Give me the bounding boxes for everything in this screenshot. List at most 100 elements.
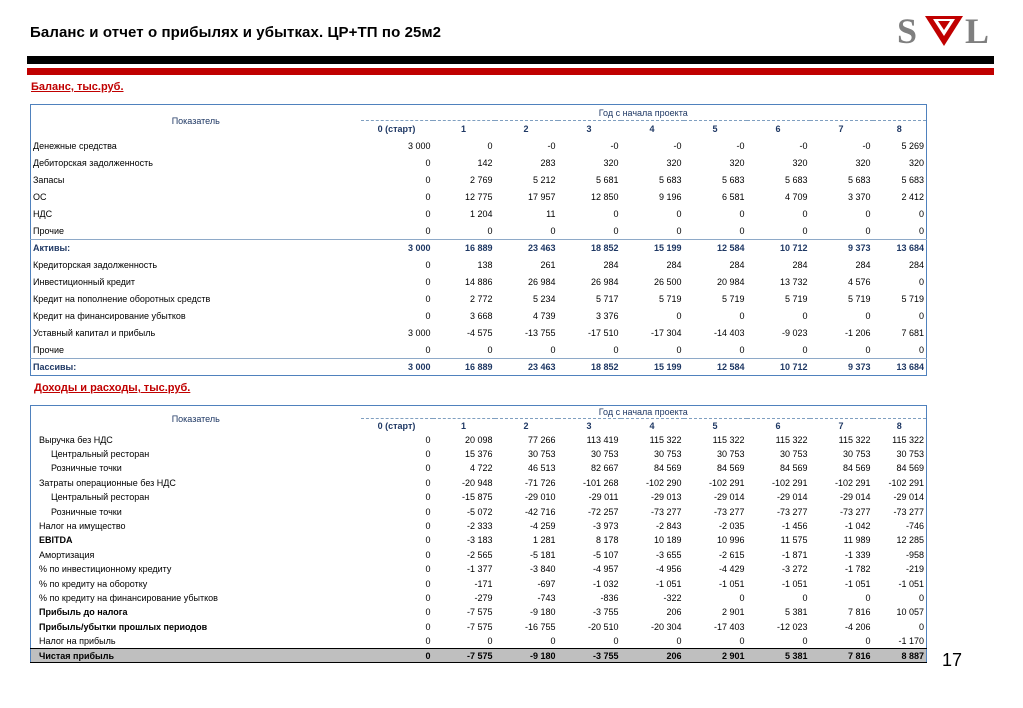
balance-col-header: 3 [557,120,621,138]
row-value: 0 [487,344,493,355]
row-value: 84 569 [779,463,808,474]
row-value: -3 655 [655,549,682,560]
row-value: -836 [600,592,619,603]
row-value: 142 [477,158,493,168]
row-value: -73 277 [776,506,808,517]
row-value: 3 000 [407,328,431,338]
row-value: 0 [918,277,924,287]
page-number: 17 [942,650,963,670]
pnl-col-header: 3 [557,418,621,433]
row-value: -29 014 [893,492,924,503]
row-label: Прочие [33,344,65,355]
row-value: 6 581 [721,192,745,202]
row-value: 84 569 [842,463,871,474]
row-value: 5 719 [901,294,924,304]
row-value: 320 [603,158,619,168]
row-value: 15 199 [620,239,684,257]
row-value: 0 [918,592,924,603]
row-value: 30 753 [590,449,619,460]
row-value: 16 889 [432,358,495,376]
row-value: 8 178 [595,535,619,546]
row-value: -1 170 [898,635,924,646]
row-value: -4 956 [655,564,682,575]
row-value: 0 [425,492,431,503]
row-value: -1 051 [781,578,808,589]
row-value: 0 [802,592,808,603]
pnl-col-header: 5 [683,418,747,433]
row-value: 283 [540,158,556,168]
table-row: Прочие 0 0 0 0 0 0 0 0 0 [31,342,927,359]
row-value: 84 569 [716,463,745,474]
row-value: 320 [729,158,745,168]
row-value: 0 [487,225,493,236]
row-value: -2 843 [655,521,682,532]
row-value: 5 212 [532,175,556,185]
table-row: Дебиторская задолженность 0 142 283 320 320 32… [31,155,927,172]
row-value: -219 [905,564,924,575]
row-label: Дебиторская задолженность [33,158,153,168]
svl-logo: S L [897,11,989,50]
row-value: 0 [739,635,745,646]
row-value: 0 [739,311,745,321]
row-value: -697 [537,578,556,589]
row-value: 82 667 [590,463,619,474]
row-value: -0 [862,141,871,151]
row-value: 0 [918,209,924,219]
row-label: % по инвестиционному кредиту [39,564,172,575]
row-value: 4 576 [847,277,871,287]
row-label: Денежные средства [33,141,117,151]
row-value: -73 277 [650,506,682,517]
balance-col-header: 0 (старт) [360,120,433,138]
row-value: 3 376 [595,311,619,321]
row-value: 2 901 [721,607,745,618]
row-value: 9 196 [658,192,682,202]
row-value: 5 234 [532,294,556,304]
row-value: 0 [676,225,682,236]
row-value: 5 381 [746,647,810,664]
row-value: -20 304 [650,621,682,632]
row-value: -4 206 [844,621,871,632]
row-value: 5 683 [784,175,808,185]
row-value: 2 412 [901,192,924,202]
row-value: -1 206 [844,328,871,338]
table-row: Затраты операционные без НДС 0 -20 948 -71 … [31,476,927,490]
table-row: % по инвестиционному кредиту 0 -1 377 -3 84… [31,562,927,576]
row-value: 13 732 [779,277,808,287]
row-value: 0 [550,344,556,355]
row-value: -4 575 [466,328,493,338]
row-value: -17 510 [587,328,619,338]
logo-letter-s: S [897,11,917,50]
row-value: -16 755 [524,621,556,632]
row-label: Активы: [30,239,361,257]
row-value: 206 [620,647,684,664]
row-value: 0 [425,463,431,474]
row-value: -0 [799,141,808,151]
row-value: 2 772 [469,294,493,304]
row-value: 18 852 [557,239,621,257]
row-value: 8 887 [872,647,927,664]
row-value: 261 [540,260,556,270]
row-value: -42 716 [524,506,556,517]
row-value: 5 717 [595,294,619,304]
row-value: -101 268 [582,477,619,488]
row-value: 0 [425,311,431,321]
row-label: % по кредиту на оборотку [39,578,148,589]
pnl-group-label: Год с начала проекта [598,407,688,417]
row-value: 4 722 [469,463,493,474]
row-value: 0 [865,209,871,219]
row-value: 0 [425,564,431,575]
row-value: 13 684 [872,358,927,376]
header-divider-red [27,68,994,75]
row-value: 0 [425,521,431,532]
row-value: -1 339 [844,549,871,560]
pnl-col-label: Показатель [171,414,220,425]
row-value: -1 456 [781,521,808,532]
row-value: 26 500 [653,277,682,287]
row-value: 0 [739,209,745,219]
row-value: 0 [918,344,924,355]
row-value: 0 [550,635,556,646]
row-label: EBITDA [39,535,73,546]
row-value: 1 204 [469,209,493,219]
row-value: -279 [474,592,493,603]
table-row: Активы: 3 000 16 889 23 463 18 852 15 199 12 5… [30,239,927,257]
